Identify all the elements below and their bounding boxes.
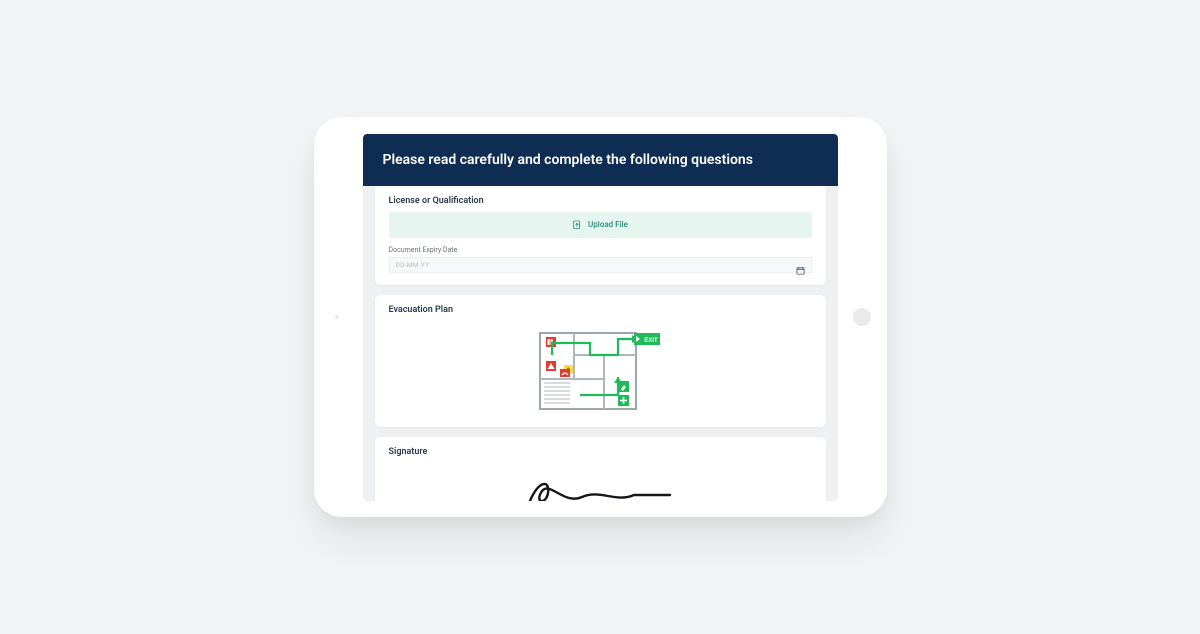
exit-sign: EXIT bbox=[634, 333, 660, 345]
signature-stroke bbox=[520, 469, 680, 501]
home-button[interactable] bbox=[853, 308, 871, 326]
signature-pad[interactable] bbox=[375, 463, 826, 501]
upload-file-button[interactable]: Upload File bbox=[389, 212, 812, 238]
floorplan-graphic: EXIT bbox=[538, 325, 662, 413]
expiry-date-label: Document Expiry Date bbox=[375, 246, 826, 257]
calendar-icon bbox=[796, 260, 805, 269]
license-section-title: License or Qualification bbox=[375, 186, 826, 212]
camera-dot bbox=[335, 315, 339, 319]
signature-card: Signature bbox=[375, 437, 826, 501]
signature-section-title: Signature bbox=[375, 437, 826, 463]
evacuation-card: Evacuation Plan bbox=[375, 295, 826, 427]
license-card: License or Qualification Upload File Doc… bbox=[375, 186, 826, 285]
header-title: Please read carefully and complete the f… bbox=[383, 152, 753, 168]
expiry-date-placeholder: DD-MM-YY bbox=[396, 261, 430, 269]
app-screen: Please read carefully and complete the f… bbox=[363, 134, 838, 501]
tablet-frame: Please read carefully and complete the f… bbox=[314, 117, 887, 517]
upload-file-label: Upload File bbox=[588, 220, 628, 229]
content-area[interactable]: License or Qualification Upload File Doc… bbox=[363, 186, 838, 501]
upload-icon bbox=[572, 220, 582, 230]
exit-label-text: EXIT bbox=[644, 338, 658, 344]
evacuation-plan-image: EXIT bbox=[375, 321, 826, 427]
evacuation-section-title: Evacuation Plan bbox=[375, 295, 826, 321]
expiry-date-input[interactable]: DD-MM-YY bbox=[389, 257, 812, 273]
header-bar: Please read carefully and complete the f… bbox=[363, 134, 838, 186]
